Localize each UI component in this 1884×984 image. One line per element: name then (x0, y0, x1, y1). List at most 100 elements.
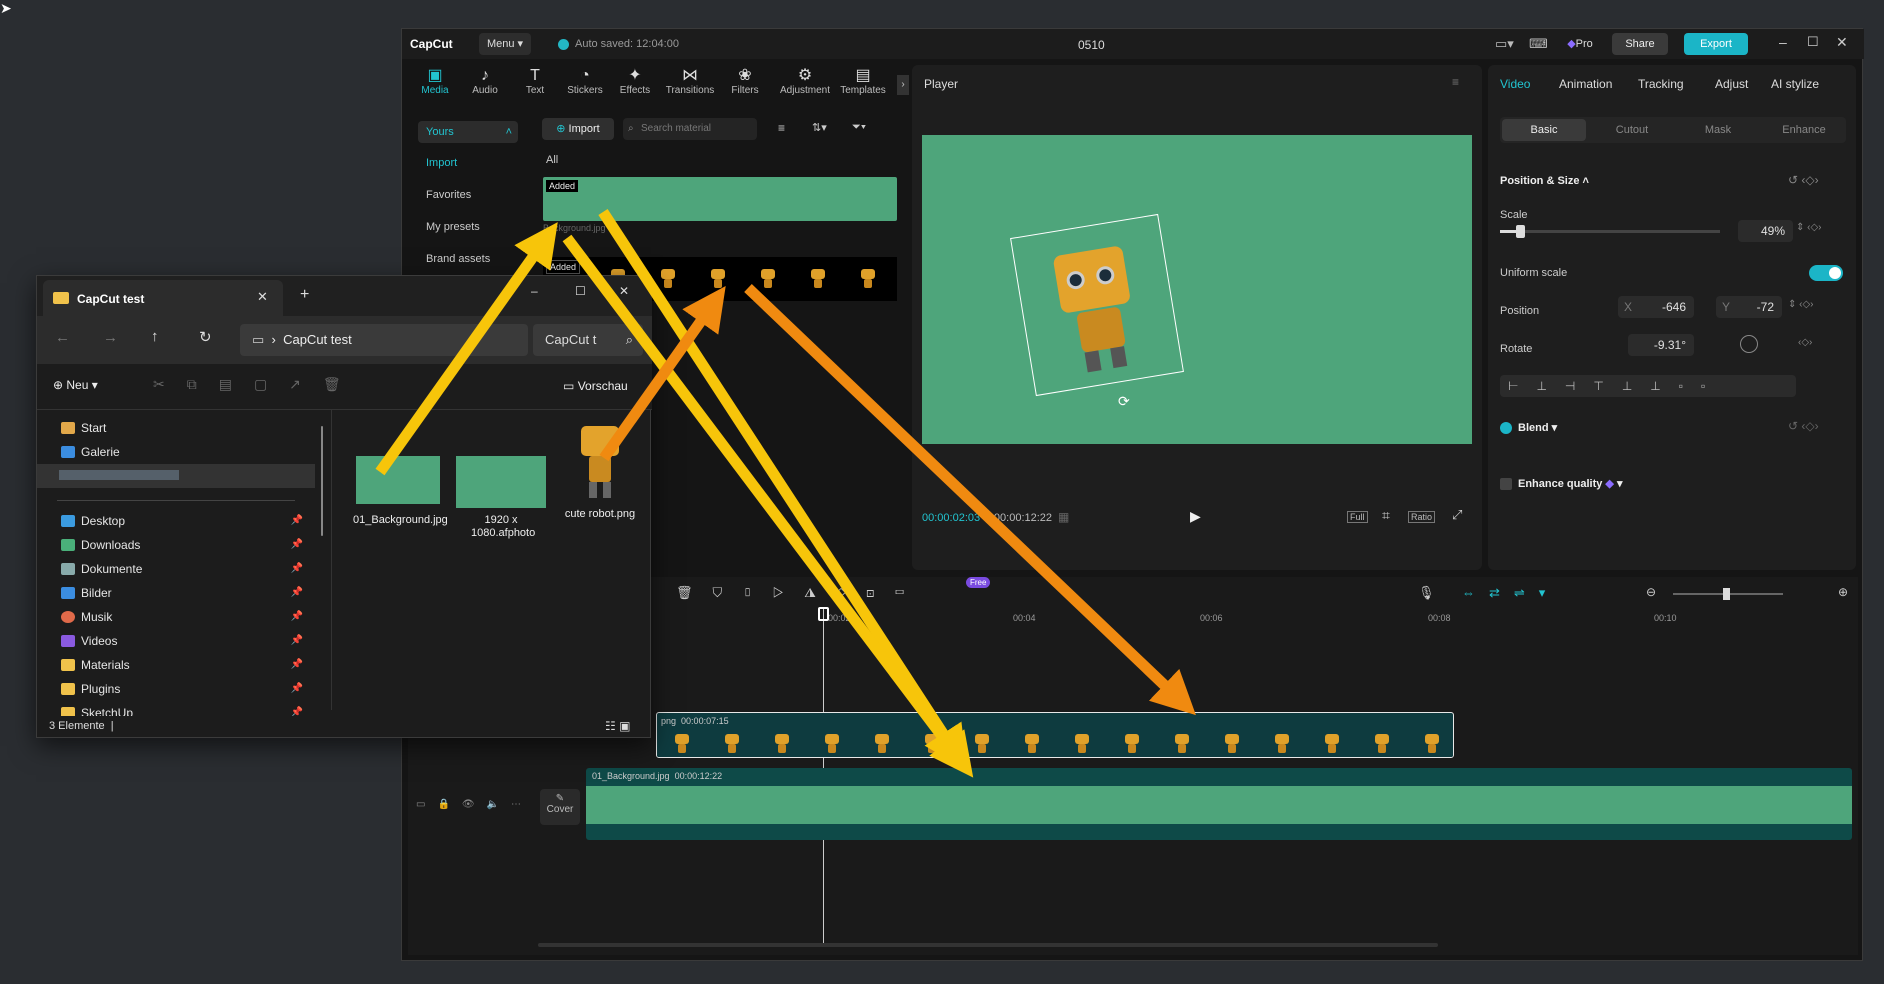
section-position-size[interactable]: Position & Size ˄ (1500, 175, 1589, 187)
position-y-input[interactable]: Y -72 (1716, 296, 1782, 318)
menu-icon[interactable]: ≡ (1452, 75, 1459, 89)
sidebar-item-materials[interactable]: Materials 📌 (37, 653, 315, 677)
yours-dropdown[interactable]: Yours ˄ (418, 121, 518, 143)
sidebar-item-galerie[interactable]: Galerie (37, 440, 315, 464)
position-x-input[interactable]: X -646 (1618, 296, 1694, 318)
list-view-icon[interactable]: ≡ (778, 121, 785, 135)
subtab-enhance[interactable]: Enhance (1762, 119, 1846, 141)
sidebar-item-presets[interactable]: My presets (426, 221, 480, 233)
uniform-scale-toggle[interactable] (1809, 265, 1843, 281)
background-clip[interactable]: 01_Background.jpg 00:00:12:22 (586, 768, 1852, 840)
reset-icon[interactable]: ↺ ‹◇› (1788, 173, 1819, 187)
sidebar-item-bilder[interactable]: Bilder 📌 (37, 581, 315, 605)
sidebar-item-sketchup[interactable]: SketchUp 📌 (37, 701, 315, 716)
timeline-scrollbar[interactable] (538, 943, 1438, 947)
scale-slider[interactable] (1500, 225, 1720, 238)
minimize-icon[interactable]: – (531, 284, 538, 298)
subtab-basic[interactable]: Basic (1502, 119, 1586, 141)
share-button[interactable]: Share (1612, 33, 1668, 55)
subtab-cutout[interactable]: Cutout (1590, 119, 1674, 141)
forward-icon[interactable]: → (103, 329, 118, 346)
fullscreen-icon[interactable]: ⤢ (1452, 507, 1462, 523)
up-icon[interactable]: ↑ (151, 328, 159, 345)
sidebar-item-brand-assets[interactable]: Brand assets (426, 253, 490, 265)
new-tab-button[interactable]: + (300, 286, 309, 304)
sidebar-item-import[interactable]: Import (426, 157, 457, 169)
layout-icon[interactable]: ▭▾ (1495, 36, 1514, 52)
sidebar-item-plugins[interactable]: Plugins 📌 (37, 677, 315, 701)
command-icons[interactable]: ✂⧉▤▢↗🗑 (153, 376, 363, 393)
search-input[interactable]: ⌕ Search material (623, 118, 757, 140)
chevron-right-icon[interactable]: › (897, 75, 909, 95)
maximize-icon[interactable]: ☐ (1807, 34, 1819, 50)
asset-background-green[interactable]: Added (543, 177, 897, 221)
menu-button[interactable]: Menu ▾ (479, 33, 531, 55)
tab-video[interactable]: Video (1500, 77, 1530, 91)
blend-reset-icon[interactable]: ↺ ‹◇› (1788, 419, 1819, 433)
zoom-fit-icon[interactable]: ⌗ (1382, 507, 1390, 524)
scale-slider-handle[interactable] (1516, 225, 1525, 238)
close-icon[interactable]: ✕ (1836, 34, 1848, 51)
keyframe-rotate-icon[interactable]: ‹◇› (1798, 337, 1812, 348)
tool-adjustment[interactable]: ⚙ Adjustment (775, 67, 835, 96)
mic-icon[interactable]: 🎙 (1418, 585, 1435, 601)
keyframe-icon[interactable]: ⇕ ‹◇› (1788, 299, 1814, 310)
tab-tracking[interactable]: Tracking (1638, 77, 1684, 91)
sidebar-item-blurred[interactable] (37, 464, 315, 488)
sidebar-item-dokumente[interactable]: Dokumente 📌 (37, 557, 315, 581)
tool-filters[interactable]: ❀ Filters (720, 67, 770, 96)
close-icon[interactable]: ✕ (619, 284, 629, 298)
enhance-label[interactable]: Enhance quality ◆ ▾ (1518, 477, 1622, 490)
file-afphoto[interactable]: 1920 x 1080.afphoto (451, 456, 551, 540)
tool-transitions[interactable]: ⋈ Transitions (665, 67, 715, 96)
file-background-jpg[interactable]: 01_Background.jpg (353, 456, 448, 527)
enhance-checkbox[interactable] (1500, 478, 1512, 490)
rotate-handle-icon[interactable]: ⟳ (1118, 393, 1130, 410)
full-button[interactable]: Full (1347, 511, 1368, 523)
file-robot-png[interactable]: cute robot.png (557, 426, 643, 520)
timeline-tools-right[interactable]: ⇔⇄⇌▾ (1462, 585, 1559, 601)
timecode-grid-icon[interactable]: ▦ (1058, 510, 1069, 524)
tool-text[interactable]: T Text (510, 67, 560, 96)
selection-box[interactable] (1010, 213, 1184, 397)
sidebar-scrollbar[interactable] (321, 426, 323, 536)
scale-value-input[interactable]: 49% (1738, 220, 1793, 242)
timeline-toolbar[interactable]: 🗑⛉▯▷◮◇⊡▭ (676, 585, 925, 601)
cover-button[interactable]: ✎ Cover (540, 789, 580, 825)
preview-canvas[interactable]: ⟳ (922, 135, 1472, 444)
filter-icon[interactable]: ⏷▾ (852, 121, 866, 134)
close-tab-icon[interactable]: ✕ (257, 289, 268, 305)
new-button[interactable]: ⊕ Neu ▾ (53, 378, 98, 392)
sidebar-item-musik[interactable]: Musik 📌 (37, 605, 315, 629)
maximize-icon[interactable]: ☐ (575, 284, 586, 298)
pro-button[interactable]: ◆Pro (1560, 33, 1600, 55)
sidebar-item-videos[interactable]: Videos 📌 (37, 629, 315, 653)
address-bar[interactable]: ▭ › CapCut test (240, 324, 528, 356)
tool-stickers[interactable]: ◔ Stickers (560, 67, 610, 96)
back-icon[interactable]: ← (55, 329, 70, 346)
blend-label[interactable]: Blend ▾ (1518, 421, 1557, 434)
subtab-mask[interactable]: Mask (1676, 119, 1760, 141)
sidebar-item-favorites[interactable]: Favorites (426, 189, 471, 201)
tool-templates[interactable]: ▤ Templates (837, 67, 889, 96)
tab-animation[interactable]: Animation (1559, 77, 1612, 91)
ratio-button[interactable]: Ratio (1408, 511, 1436, 523)
import-button[interactable]: ⊕ Import (542, 118, 614, 140)
track-controls[interactable]: ▭🔒👁🔈⋯ (416, 799, 533, 810)
explorer-tab[interactable]: CapCut test ✕ (43, 280, 283, 316)
export-button[interactable]: Export (1684, 33, 1748, 55)
tool-effects[interactable]: ✦ Effects (610, 67, 660, 96)
time-ruler[interactable]: 00:02 00:04 00:06 00:08 00:10 (828, 613, 1858, 627)
zoom-slider[interactable] (1673, 588, 1783, 600)
search-field[interactable]: CapCut t ⌕ (533, 324, 643, 356)
rotate-dial[interactable] (1740, 335, 1758, 353)
filter-all[interactable]: All (546, 154, 558, 166)
minimize-icon[interactable]: – (1779, 34, 1787, 50)
preview-button[interactable]: ▭ Vorschau (563, 379, 628, 393)
rotate-input[interactable]: -9.31° (1628, 334, 1694, 356)
tab-adjust[interactable]: Adjust (1715, 77, 1748, 91)
refresh-icon[interactable]: ↻ (199, 328, 212, 346)
sort-icon[interactable]: ⇅▾ (812, 121, 827, 134)
align-toolbar[interactable]: ⊢⊥⊣⊤⊥⊥▫▫ (1500, 375, 1796, 397)
details-view-icon[interactable]: ☷ ▣ (605, 719, 630, 733)
